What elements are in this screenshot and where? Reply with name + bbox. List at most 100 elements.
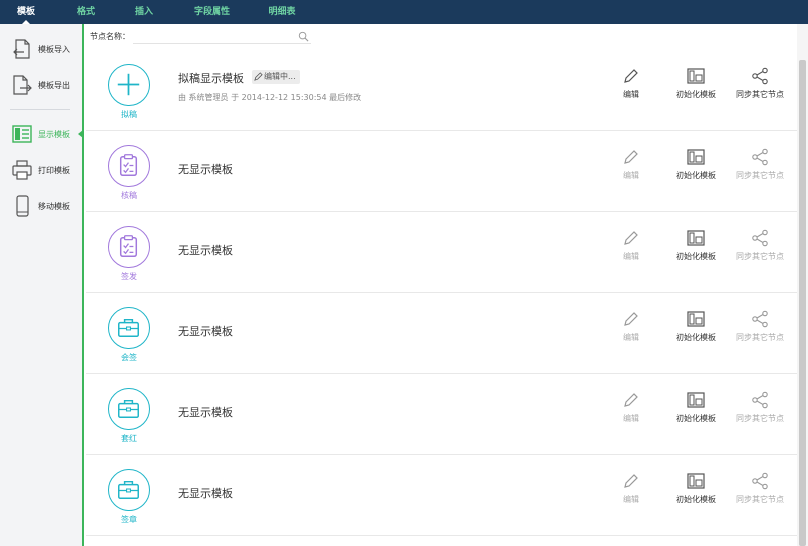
- template-list: 拟稿 拟稿显示模板 编辑中... 由 系统管理员 于 2014-12-12 15…: [86, 50, 797, 546]
- active-indicator-arrow: [78, 130, 83, 138]
- init-template-label: 初始化模板: [676, 414, 716, 423]
- top-menu-bar: 模板 格式 插入 字段属性 明细表: [0, 0, 808, 24]
- search-icon[interactable]: [298, 31, 309, 42]
- sync-label: 同步其它节点: [736, 495, 784, 504]
- template-title: 无显示模板: [178, 487, 233, 500]
- node-button-issue[interactable]: [108, 226, 150, 268]
- node-label: 拟稿: [121, 110, 137, 119]
- node-button-draft[interactable]: [108, 64, 150, 106]
- edit-button[interactable]: 编辑: [611, 148, 651, 181]
- template-layout-icon: [687, 230, 705, 246]
- sidebar-item-label: 打印模板: [38, 166, 70, 175]
- pencil-icon: [624, 474, 638, 488]
- share-icon: [752, 229, 768, 247]
- share-icon: [752, 310, 768, 328]
- template-title: 无显示模板: [178, 244, 233, 257]
- node-button-countersign[interactable]: [108, 307, 150, 349]
- node-name-search-input[interactable]: [133, 29, 311, 44]
- tab-template[interactable]: 模板: [8, 0, 44, 24]
- init-template-button[interactable]: 初始化模板: [668, 391, 724, 424]
- template-title: 拟稿显示模板: [178, 72, 244, 85]
- init-template-button[interactable]: 初始化模板: [668, 67, 724, 100]
- node-name-label: 节点名称：: [90, 32, 130, 41]
- edit-button[interactable]: 编辑: [611, 472, 651, 505]
- sidebar-item-label: 显示模板: [38, 130, 70, 139]
- node-button-red-header[interactable]: [108, 388, 150, 430]
- briefcase-icon: [118, 318, 139, 338]
- node-button-seal[interactable]: [108, 469, 150, 511]
- share-icon: [752, 472, 768, 490]
- init-template-button[interactable]: 初始化模板: [668, 472, 724, 505]
- edit-label: 编辑: [623, 414, 639, 423]
- tab-detail-table[interactable]: 明细表: [262, 0, 302, 24]
- briefcase-icon: [118, 399, 139, 419]
- node-button-review[interactable]: [108, 145, 150, 187]
- badge-label: 编辑中...: [264, 72, 296, 81]
- sidebar-item-print-template[interactable]: 打印模板: [0, 155, 82, 185]
- sync-other-nodes-button[interactable]: 同步其它节点: [732, 391, 788, 424]
- edit-button[interactable]: 编辑: [611, 67, 651, 100]
- edit-button[interactable]: 编辑: [611, 391, 651, 424]
- pencil-icon: [624, 231, 638, 245]
- list-item: 拟稿 拟稿显示模板 编辑中... 由 系统管理员 于 2014-12-12 15…: [86, 50, 797, 131]
- sync-other-nodes-button[interactable]: 同步其它节点: [732, 67, 788, 100]
- edit-button[interactable]: 编辑: [611, 229, 651, 262]
- sync-label: 同步其它节点: [736, 90, 784, 99]
- init-template-label: 初始化模板: [676, 171, 716, 180]
- sync-label: 同步其它节点: [736, 414, 784, 423]
- pencil-icon: [254, 72, 263, 81]
- edit-label: 编辑: [623, 90, 639, 99]
- sync-other-nodes-button[interactable]: 同步其它节点: [732, 472, 788, 505]
- mobile-icon: [16, 195, 29, 217]
- list-item: 套红 无显示模板 编辑 初始化模板 同步其它节点: [86, 374, 797, 455]
- sidebar-item-template-import[interactable]: 模板导入: [0, 34, 82, 64]
- editing-status-badge[interactable]: 编辑中...: [252, 70, 300, 84]
- printer-icon: [12, 160, 32, 180]
- template-title: 无显示模板: [178, 325, 233, 338]
- tab-insert[interactable]: 插入: [126, 0, 162, 24]
- init-template-button[interactable]: 初始化模板: [668, 148, 724, 181]
- sidebar-item-label: 移动模板: [38, 202, 70, 211]
- sidebar-item-label: 模板导出: [38, 81, 70, 90]
- template-layout-icon: [687, 473, 705, 489]
- node-label: 套红: [121, 434, 137, 443]
- clipboard-check-icon: [119, 154, 138, 176]
- import-icon: [13, 39, 30, 59]
- pencil-icon: [624, 393, 638, 407]
- sidebar-divider: [10, 109, 70, 110]
- init-template-label: 初始化模板: [676, 495, 716, 504]
- template-title: 无显示模板: [178, 163, 233, 176]
- node-label: 会签: [121, 353, 137, 362]
- pencil-icon: [624, 69, 638, 83]
- share-icon: [752, 67, 768, 85]
- template-layout-icon: [687, 68, 705, 84]
- plus-icon: [117, 73, 140, 96]
- tab-format[interactable]: 格式: [68, 0, 104, 24]
- init-template-button[interactable]: 初始化模板: [668, 310, 724, 343]
- template-layout-icon: [687, 149, 705, 165]
- tab-field-properties[interactable]: 字段属性: [188, 0, 236, 24]
- edit-label: 编辑: [623, 495, 639, 504]
- sync-other-nodes-button[interactable]: 同步其它节点: [732, 310, 788, 343]
- template-title: 无显示模板: [178, 406, 233, 419]
- vertical-scrollbar[interactable]: [797, 24, 808, 546]
- edit-label: 编辑: [623, 333, 639, 342]
- template-layout-icon: [687, 311, 705, 327]
- list-item: 签发 无显示模板 编辑 初始化模板 同步其它节点: [86, 212, 797, 293]
- sidebar-item-display-template[interactable]: 显示模板: [0, 119, 82, 149]
- list-item: 签章 无显示模板 编辑 初始化模板 同步其它节点: [86, 455, 797, 536]
- share-icon: [752, 148, 768, 166]
- sync-other-nodes-button[interactable]: 同步其它节点: [732, 229, 788, 262]
- scrollbar-thumb[interactable]: [799, 60, 806, 546]
- sidebar: 模板导入 模板导出 显示模板 打印模板 移动模板: [0, 24, 84, 546]
- sidebar-item-mobile-template[interactable]: 移动模板: [0, 191, 82, 221]
- sidebar-item-label: 模板导入: [38, 45, 70, 54]
- sidebar-item-template-export[interactable]: 模板导出: [0, 70, 82, 100]
- init-template-button[interactable]: 初始化模板: [668, 229, 724, 262]
- sync-other-nodes-button[interactable]: 同步其它节点: [732, 148, 788, 181]
- last-modified-info: 由 系统管理员 于 2014-12-12 15:30:54 最后修改: [178, 93, 362, 102]
- template-layout-icon: [687, 392, 705, 408]
- edit-button[interactable]: 编辑: [611, 310, 651, 343]
- pencil-icon: [624, 150, 638, 164]
- clipboard-check-icon: [119, 235, 138, 257]
